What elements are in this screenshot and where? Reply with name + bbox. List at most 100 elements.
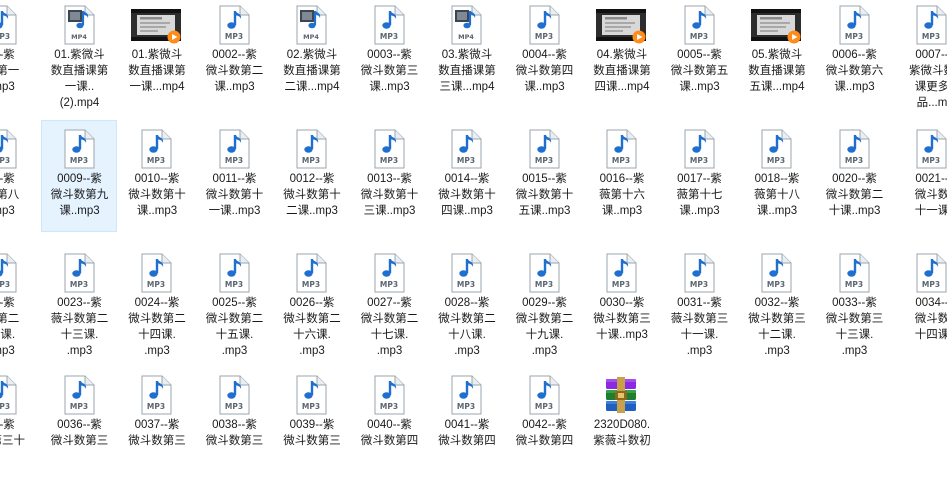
svg-text:MP3: MP3 [689, 280, 707, 289]
file-name: 0029--紫 微斗数第二 十九课. .mp3 [515, 297, 574, 357]
file-item[interactable]: MP3 0004--紫 微斗数第四 课..mp3 [506, 0, 582, 108]
file-item[interactable]: MP3 0021-- 微斗数 十一课 [893, 120, 947, 232]
file-item[interactable]: MP3 0025--紫 微斗数第二 十五课. .mp3 [196, 244, 272, 357]
file-item[interactable]: 01.紫微斗 数直播课第 一课...mp4 [118, 0, 194, 108]
svg-text:MP3: MP3 [0, 280, 10, 289]
file-item[interactable]: MP3 8--紫 数第八 .mp3 [0, 120, 39, 232]
file-name: 0011--紫 微斗数第十 一课..mp3 [205, 173, 264, 217]
file-name: 0024--紫 微斗数第二 十四课. .mp3 [128, 297, 186, 357]
mp3-file-icon: MP3 [0, 129, 19, 169]
mp3-file-icon: MP3 [371, 375, 407, 415]
file-item[interactable]: MP3 0002--紫 微斗数第二 课..mp3 [196, 0, 272, 108]
file-name: 0031--紫 薇斗数第三 十一课. .mp3 [670, 297, 729, 357]
file-item[interactable]: MP3 1--紫 数第一 .mp3 [0, 0, 39, 108]
file-name: 0027--紫 微斗数第二 十七课. .mp3 [360, 297, 419, 357]
svg-text:MP3: MP3 [922, 156, 940, 165]
file-item[interactable]: MP3 0009--紫 微斗数第九 课..mp3 [40, 120, 117, 232]
file-item[interactable]: MP3 0013--紫 微斗数第十 三课..mp3 [351, 120, 427, 232]
file-item[interactable]: MP3 0041--紫 微斗数第四 [428, 366, 504, 478]
svg-text:MP3: MP3 [147, 402, 165, 411]
svg-text:MP3: MP3 [612, 280, 630, 289]
file-name: 0039--紫 微斗数第三 [283, 419, 341, 447]
svg-text:MP3: MP3 [844, 280, 862, 289]
file-item[interactable]: MP4 01.紫微斗 数直播课第 一课.. (2).mp4 [41, 0, 117, 109]
file-item[interactable]: MP3 0026--紫 微斗数第二 十六课. .mp3 [273, 244, 349, 357]
file-item[interactable]: MP3 0030--紫 微斗数第三 十课..mp3 [583, 244, 659, 356]
file-name: 0014--紫 微斗数第十 四课..mp3 [438, 173, 496, 217]
svg-text:MP3: MP3 [379, 402, 397, 411]
svg-text:MP4: MP4 [303, 33, 319, 41]
file-name: 2--紫 数第二 二课. .mp3 [0, 297, 20, 357]
file-item[interactable]: MP3 0031--紫 薇斗数第三 十一课. .mp3 [661, 244, 737, 357]
mp3-file-icon: MP3 [681, 253, 717, 293]
file-item[interactable]: MP3 0028--紫 微斗数第二 十八课. .mp3 [428, 244, 504, 357]
file-item[interactable]: 05.紫微斗 数直播课第 五课...mp4 [738, 0, 814, 108]
file-item[interactable]: MP3 0014--紫 微斗数第十 四课..mp3 [428, 120, 504, 232]
mp3-file-icon: MP3 [0, 5, 19, 45]
file-item[interactable]: MP3 0024--紫 微斗数第二 十四课. .mp3 [118, 244, 194, 357]
file-item[interactable]: MP3 0039--紫 微斗数第三 [273, 366, 349, 478]
file-name: 0025--紫 微斗数第二 十五课. .mp3 [205, 297, 264, 357]
file-item[interactable]: MP3 0012--紫 微斗数第十 二课..mp3 [273, 120, 349, 232]
file-item[interactable]: 04.紫微斗 数直播课第 四课...mp4 [583, 0, 659, 108]
file-item[interactable]: MP3 0003--紫 微斗数第三 课..mp3 [351, 0, 427, 108]
file-name: 0009--紫 微斗数第九 课..mp3 [50, 173, 109, 217]
file-item[interactable]: MP3 0011--紫 微斗数第十 一课..mp3 [196, 120, 272, 232]
mp3-file-icon: MP3 [448, 375, 484, 415]
file-item[interactable]: MP3 0027--紫 微斗数第二 十七课. .mp3 [351, 244, 427, 357]
file-item[interactable]: MP3 0005--紫 微斗数第五 课..mp3 [661, 0, 737, 108]
mp3-file-icon: MP3 [913, 253, 947, 293]
file-name: 03.紫微斗 数直播课第 三课...mp4 [438, 49, 496, 93]
file-name: 0026--紫 微斗数第二 十六课. .mp3 [283, 297, 341, 357]
file-name: 0013--紫 微斗数第十 三课..mp3 [360, 173, 419, 217]
mp3-file-icon: MP3 [216, 129, 252, 169]
mp3-file-icon: MP3 [61, 129, 97, 169]
mp3-file-icon: MP3 [0, 253, 19, 293]
file-item[interactable]: MP3 0036--紫 微斗数第三 [41, 366, 117, 478]
file-item[interactable]: MP3 0017--紫 薇第十七 课..mp3 [661, 120, 737, 232]
file-item[interactable]: MP4 02.紫微斗 数直播课第 二课...mp4 [273, 0, 349, 108]
svg-text:MP3: MP3 [69, 280, 87, 289]
file-name: 0028--紫 微斗数第二 十八课. .mp3 [438, 297, 496, 357]
file-name: 02.紫微斗 数直播课第 二课...mp4 [283, 49, 341, 93]
mp3-file-icon: MP3 [758, 129, 794, 169]
file-item[interactable]: MP3 0020--紫 微斗数第二 十课..mp3 [816, 120, 892, 232]
svg-text:MP3: MP3 [147, 280, 165, 289]
mp3-file-icon: MP3 [758, 253, 794, 293]
mp3-file-icon: MP3 [216, 5, 252, 45]
file-item[interactable]: MP3 0033--紫 微斗数第三 十三课. .mp3 [816, 244, 892, 357]
file-name: 0036--紫 微斗数第三 [50, 419, 109, 447]
svg-text:MP3: MP3 [922, 32, 940, 41]
file-name: 0017--紫 薇第十七 课..mp3 [676, 173, 723, 217]
file-name: 0040--紫 微斗数第四 [360, 419, 419, 447]
file-name: 05.紫微斗 数直播课第 五课...mp4 [748, 49, 806, 93]
file-item[interactable]: MP3 0023--紫 薇斗数第二 十三课. .mp3 [41, 244, 117, 357]
file-item[interactable]: MP3 0038--紫 微斗数第三 [196, 366, 272, 478]
file-name: 0003--紫 微斗数第三 课..mp3 [360, 49, 419, 93]
file-name: 0020--紫 微斗数第二 十课..mp3 [825, 173, 884, 217]
file-item[interactable]: MP3 0042--紫 微斗数第四 [506, 366, 582, 478]
file-name: 01.紫微斗 数直播课第 一课...mp4 [128, 49, 186, 93]
file-item[interactable]: MP3 0016--紫 薇第十六 课..mp3 [583, 120, 659, 232]
file-name: 0021-- 微斗数 十一课 [914, 173, 947, 217]
file-item[interactable]: MP3 0034-- 微斗数 十四课 [893, 244, 947, 356]
file-name: 0007-- 紫微斗数 课更多 品...m [909, 49, 947, 109]
file-item[interactable]: MP3 0018--紫 薇第十八 课..mp3 [738, 120, 814, 232]
file-name: 04.紫微斗 数直播课第 四课...mp4 [593, 49, 651, 93]
file-item[interactable]: MP3 0010--紫 微斗数第十 课..mp3 [118, 120, 194, 232]
video-thumbnail-icon [131, 5, 181, 45]
file-item[interactable]: MP3 0029--紫 微斗数第二 十九课. .mp3 [506, 244, 582, 357]
file-item[interactable]: MP3 0015--紫 微斗数第十 五课..mp3 [506, 120, 582, 232]
file-item[interactable]: MP3 0032--紫 微斗数第三 十二课. .mp3 [738, 244, 814, 357]
svg-text:MP3: MP3 [612, 156, 630, 165]
file-item[interactable]: MP3 0006--紫 微斗数第六 课..mp3 [816, 0, 892, 108]
file-item[interactable]: MP3 0040--紫 微斗数第四 [351, 366, 427, 478]
file-name: 01.紫微斗 数直播课第 一课.. (2).mp4 [50, 49, 109, 109]
file-item[interactable]: 2320D080. 紫薇斗数初 [583, 366, 659, 478]
svg-text:MP3: MP3 [534, 32, 552, 41]
file-item[interactable]: MP3 5--紫 数第三十 [0, 366, 39, 478]
file-item[interactable]: MP4 03.紫微斗 数直播课第 三课...mp4 [428, 0, 504, 108]
file-item[interactable]: MP3 0007-- 紫微斗数 课更多 品...m [893, 0, 947, 109]
file-item[interactable]: MP3 0037--紫 微斗数第三 [118, 366, 194, 478]
file-item[interactable]: MP3 2--紫 数第二 二课. .mp3 [0, 244, 39, 357]
